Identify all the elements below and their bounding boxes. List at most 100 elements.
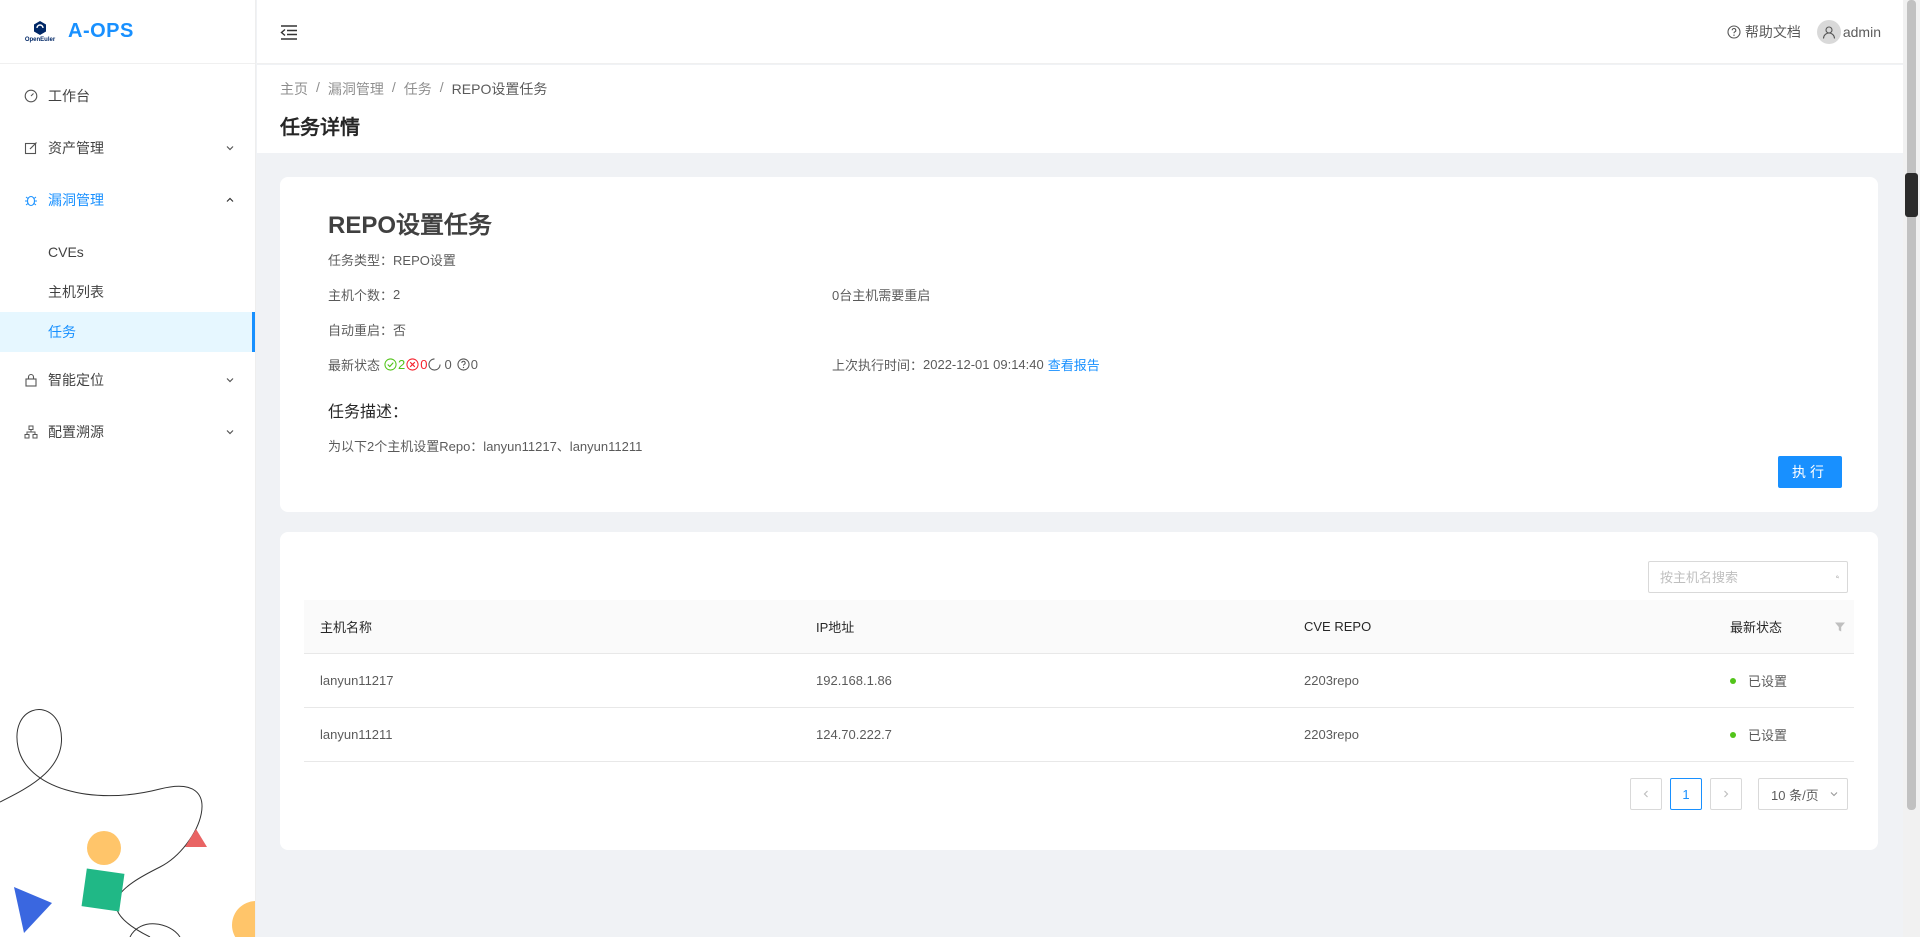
- table-row: lanyun11217 192.168.1.86 2203repo 已设置: [304, 654, 1854, 708]
- close-circle-icon: [406, 358, 419, 371]
- table-header-row: 主机名称 IP地址 CVE REPO 最新状态: [304, 600, 1854, 654]
- app-brand: A-OPS: [68, 20, 134, 42]
- task-info-card: REPO设置任务 任务类型： REPO设置 主机个数： 2 0台主机需要重启 自…: [280, 177, 1878, 512]
- cell-status-label: 已设置: [1748, 674, 1788, 689]
- search-icon[interactable]: [1836, 570, 1839, 584]
- search-input[interactable]: [1660, 569, 1836, 585]
- host-count: 主机个数： 2: [328, 285, 400, 304]
- table-row: lanyun11211 124.70.222.7 2203repo 已设置: [304, 708, 1854, 762]
- side-menu: 工作台 资产管理 漏洞管理 CVEs 主机列表 任务 智能定位 配置溯源: [0, 64, 255, 452]
- column-header-status-label: 最新状态: [1730, 620, 1783, 635]
- status-success-count: 2: [398, 357, 406, 372]
- view-report-link[interactable]: 查看报告: [1048, 355, 1100, 374]
- column-header-repo: CVE REPO: [1304, 619, 1372, 634]
- user-name: admin: [1842, 23, 1881, 40]
- latest-status: 最新状态 2 0 0 0: [328, 355, 478, 374]
- top-header: 帮助文档 admin: [257, 0, 1903, 64]
- page-size-select[interactable]: 10 条/页: [1758, 778, 1848, 810]
- dashboard-icon: [24, 89, 38, 103]
- openeuler-logo-icon: OpenEuler: [22, 17, 58, 47]
- prev-page-button[interactable]: [1630, 778, 1662, 810]
- sidebar-subitem-tasks[interactable]: 任务: [0, 312, 255, 352]
- help-docs-link[interactable]: 帮助文档: [1727, 22, 1801, 42]
- cell-status-label: 已设置: [1748, 728, 1788, 743]
- breadcrumb: 主页 / 漏洞管理 / 任务 / REPO设置任务: [280, 79, 1880, 99]
- status-running-count: 0: [444, 357, 452, 372]
- sidebar-item-config-trace[interactable]: 配置溯源: [0, 412, 255, 452]
- sidebar-item-diagnosis[interactable]: 智能定位: [0, 360, 255, 400]
- execute-button[interactable]: 执行: [1778, 456, 1842, 488]
- task-name: REPO设置任务: [328, 212, 493, 239]
- breadcrumb-item-home[interactable]: 主页: [280, 79, 308, 99]
- page-size-value: 10 条/页: [1771, 787, 1819, 803]
- sidebar-subitem-label: 主机列表: [48, 284, 104, 300]
- auto-reboot-value: 否: [393, 323, 407, 338]
- logo[interactable]: OpenEuler A-OPS: [0, 0, 255, 64]
- sidebar-subitem-label: CVEs: [48, 244, 84, 260]
- column-header-ip: IP地址: [816, 620, 855, 635]
- last-exec-time: 上次执行时间： 2022-12-01 09:14:40 查看报告: [832, 355, 1100, 374]
- user-menu[interactable]: admin: [1816, 19, 1881, 44]
- next-page-button[interactable]: [1710, 778, 1742, 810]
- task-type-label: 任务类型：: [328, 253, 394, 268]
- host-search: [1648, 561, 1848, 593]
- sidebar-subitem-hosts[interactable]: 主机列表: [0, 272, 255, 312]
- help-docs-label: 帮助文档: [1744, 23, 1801, 40]
- avatar: [1816, 19, 1841, 44]
- pagination: 1 10 条/页: [1630, 778, 1848, 810]
- sidebar-item-label: 配置溯源: [48, 424, 104, 440]
- latest-status-label: 最新状态: [328, 358, 381, 373]
- last-exec-label: 上次执行时间：: [832, 358, 924, 373]
- sidebar: OpenEuler A-OPS 工作台 资产管理 漏洞管理 CVEs 主机列表 …: [0, 0, 256, 937]
- sidebar-item-label: 智能定位: [48, 372, 104, 388]
- breadcrumb-separator: /: [439, 79, 444, 95]
- breadcrumb-item-vulnerability[interactable]: 漏洞管理: [328, 79, 384, 99]
- cell-repo: 2203repo: [1304, 727, 1359, 742]
- breadcrumb-item-current: REPO设置任务: [451, 81, 548, 97]
- cell-status: 已设置: [1714, 671, 1854, 690]
- cluster-icon: [24, 425, 38, 439]
- page-button-current[interactable]: 1: [1670, 778, 1702, 810]
- chevron-down-icon: [226, 430, 234, 435]
- cell-hostname: lanyun11211: [320, 727, 393, 742]
- page-header: 主页 / 漏洞管理 / 任务 / REPO设置任务 任务详情: [257, 65, 1903, 153]
- user-icon: [1822, 25, 1835, 39]
- task-type: 任务类型： REPO设置: [328, 250, 456, 269]
- question-circle-icon: [1727, 24, 1741, 39]
- reboot-needed: 0台主机需要重启: [832, 288, 931, 303]
- sidebar-item-label: 漏洞管理: [48, 192, 104, 208]
- chevron-left-icon: [1643, 790, 1648, 798]
- lock-icon: [24, 373, 38, 387]
- chevron-right-icon: [1724, 790, 1729, 798]
- status-fail-count: 0: [420, 357, 428, 372]
- sidebar-subitem-label: 任务: [48, 324, 76, 340]
- menu-fold-icon[interactable]: [279, 22, 299, 42]
- host-count-label: 主机个数：: [328, 288, 394, 303]
- cell-ip: 192.168.1.86: [816, 673, 892, 688]
- sidebar-item-vulnerability[interactable]: 漏洞管理: [0, 180, 255, 220]
- scrollbar-marker: [1905, 173, 1918, 217]
- status-dot: [1730, 677, 1736, 684]
- cell-ip: 124.70.222.7: [816, 727, 892, 742]
- task-info-grid: 任务类型： REPO设置 主机个数： 2 0台主机需要重启 自动重启： 否 最新…: [328, 250, 1830, 390]
- last-exec-value: 2022-12-01 09:14:40: [923, 357, 1044, 372]
- bug-icon: [24, 193, 38, 207]
- sidebar-item-assets[interactable]: 资产管理: [0, 128, 255, 168]
- chevron-down-icon: [226, 146, 234, 151]
- scrollbar-thumb[interactable]: [1907, 0, 1916, 810]
- breadcrumb-separator: /: [316, 79, 320, 95]
- filter-icon[interactable]: [1834, 621, 1846, 633]
- column-header-status: 最新状态: [1714, 617, 1854, 636]
- decorative-illustration: [0, 709, 255, 937]
- sidebar-item-workbench[interactable]: 工作台: [0, 76, 255, 116]
- sidebar-subitem-cves[interactable]: CVEs: [0, 232, 255, 272]
- check-circle-icon: [384, 358, 397, 371]
- column-header-hostname: 主机名称: [320, 620, 373, 635]
- logo-subtext: OpenEuler: [24, 37, 56, 43]
- task-desc-text: 为以下2个主机设置Repo：lanyun11217、lanyun11211: [328, 439, 643, 454]
- sidebar-item-label: 工作台: [48, 88, 90, 104]
- breadcrumb-item-tasks[interactable]: 任务: [404, 79, 432, 99]
- host-count-value: 2: [393, 287, 401, 302]
- status-dot: [1730, 731, 1736, 738]
- page-scrollbar[interactable]: [1903, 0, 1920, 937]
